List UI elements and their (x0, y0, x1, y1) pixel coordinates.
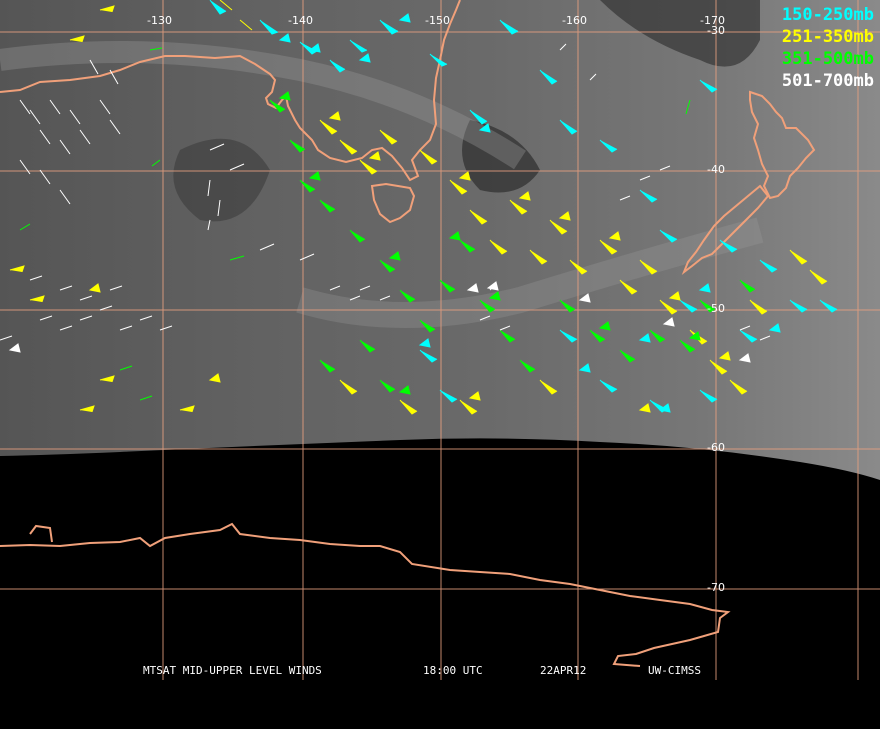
antarctica-inlet (29, 524, 53, 543)
product-name: MTSAT MID-UPPER LEVEL WINDS (143, 664, 322, 677)
latitude-label: -40 (707, 163, 725, 176)
latitude-label: -70 (707, 581, 725, 594)
data-source: UW-CIMSS (648, 664, 701, 677)
longitude-label: -160 (562, 14, 587, 27)
longitude-label: -140 (288, 14, 313, 27)
legend-item-501-700mb: 501-700mb (781, 71, 874, 91)
satellite-wind-map (0, 0, 880, 680)
observation-date: 22APR12 (540, 664, 587, 677)
latitude-label: -60 (707, 441, 725, 454)
latitude-label: -50 (707, 302, 725, 315)
legend-item-351-500mb: 351-500mb (781, 49, 874, 69)
longitude-label: -150 (425, 14, 450, 27)
legend-item-150-250mb: 150-250mb (781, 5, 874, 25)
pressure-level-legend: 150-250mb 251-350mb 351-500mb 501-700mb (782, 4, 874, 92)
longitude-label: -130 (147, 14, 172, 27)
antarctica-coast (0, 522, 731, 667)
image-caption: MTSAT MID-UPPER LEVEL WINDS 18:00 UTC 22… (0, 664, 880, 678)
latitude-label: -30 (707, 24, 725, 37)
legend-item-251-350mb: 251-350mb (781, 27, 874, 47)
observation-time: 18:00 UTC (423, 664, 483, 677)
